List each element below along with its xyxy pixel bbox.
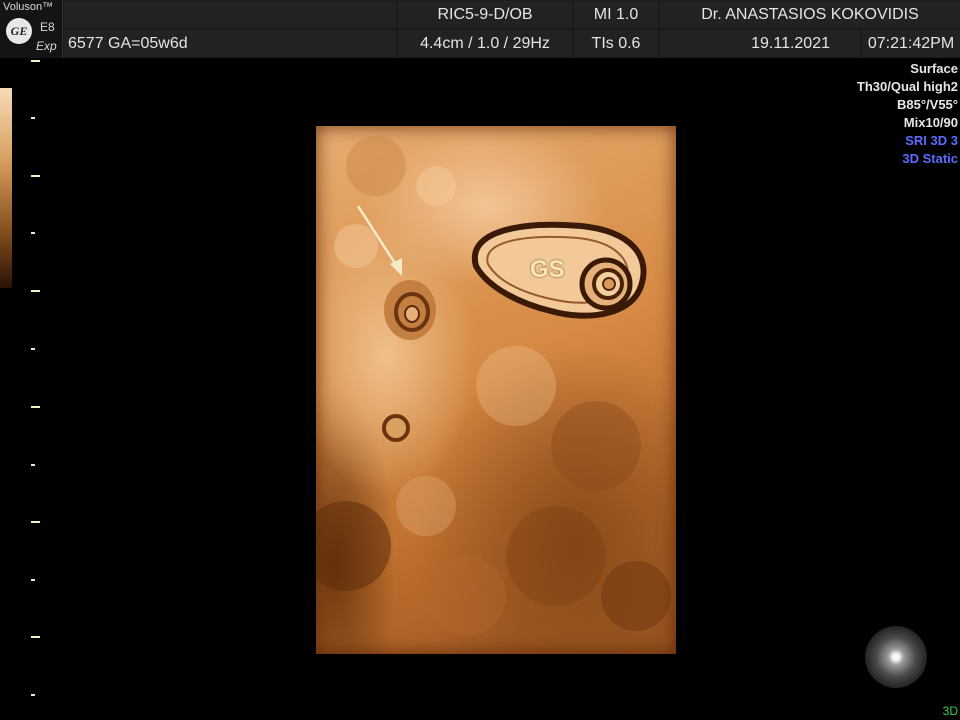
render-detail	[316, 136, 671, 636]
brand-name: Voluson™	[3, 1, 54, 13]
info-line-static: 3D Static	[902, 151, 958, 166]
gs-annotation-label: GS	[530, 256, 565, 283]
model-variant: Exp	[36, 39, 57, 53]
depth-tick	[31, 232, 35, 234]
info-line-quality: Th30/Qual high2	[856, 79, 958, 94]
depth-tick	[31, 694, 35, 696]
gray-map-bar	[0, 88, 12, 288]
info-line-angles: B85°/V55°	[897, 97, 958, 112]
mode-indicator: 3D	[942, 704, 958, 718]
header-bar: Voluson™ GE E8 Exp RIC5-9-D/OB MI 1.0 Dr…	[0, 0, 960, 58]
depth-tick	[31, 464, 35, 466]
depth-tick	[31, 521, 40, 523]
depth-tick	[31, 290, 40, 292]
info-line-surface: Surface	[910, 61, 958, 76]
model-name: E8	[40, 20, 55, 34]
doctor-field: Dr. ANASTASIOS KOKOVIDIS	[660, 1, 960, 28]
date-field: 19.11.2021	[660, 30, 860, 57]
logo-block: Voluson™ GE E8 Exp	[0, 0, 63, 58]
depth-tick	[31, 117, 35, 119]
ge-logo-icon: GE	[6, 18, 32, 44]
patient-field: 6577 GA=05w6d	[64, 30, 396, 57]
depth-tick	[31, 175, 40, 177]
depth-tick	[31, 636, 40, 638]
light-source-icon[interactable]	[865, 626, 927, 688]
depth-tick	[31, 348, 35, 350]
mi-field: MI 1.0	[574, 1, 658, 28]
small-structure	[382, 414, 410, 442]
depth-tick	[31, 60, 40, 62]
tis-field: TIs 0.6	[574, 30, 658, 57]
depth-tick	[31, 406, 40, 408]
info-panel: Surface Th30/Qual high2 B85°/V55° Mix10/…	[857, 60, 958, 168]
probe-field: RIC5-9-D/OB	[398, 1, 572, 28]
time-field: 07:21:42PM	[862, 30, 960, 57]
ultrasound-screen: Voluson™ GE E8 Exp RIC5-9-D/OB MI 1.0 Dr…	[0, 0, 960, 720]
depth-field: 4.4cm / 1.0 / 29Hz	[398, 30, 572, 57]
render-volume: GS	[316, 126, 676, 654]
info-line-sri: SRI 3D 3	[905, 133, 958, 148]
header-blank-cell	[64, 1, 396, 28]
depth-tick	[31, 579, 35, 581]
info-line-mix: Mix10/90	[903, 115, 958, 130]
